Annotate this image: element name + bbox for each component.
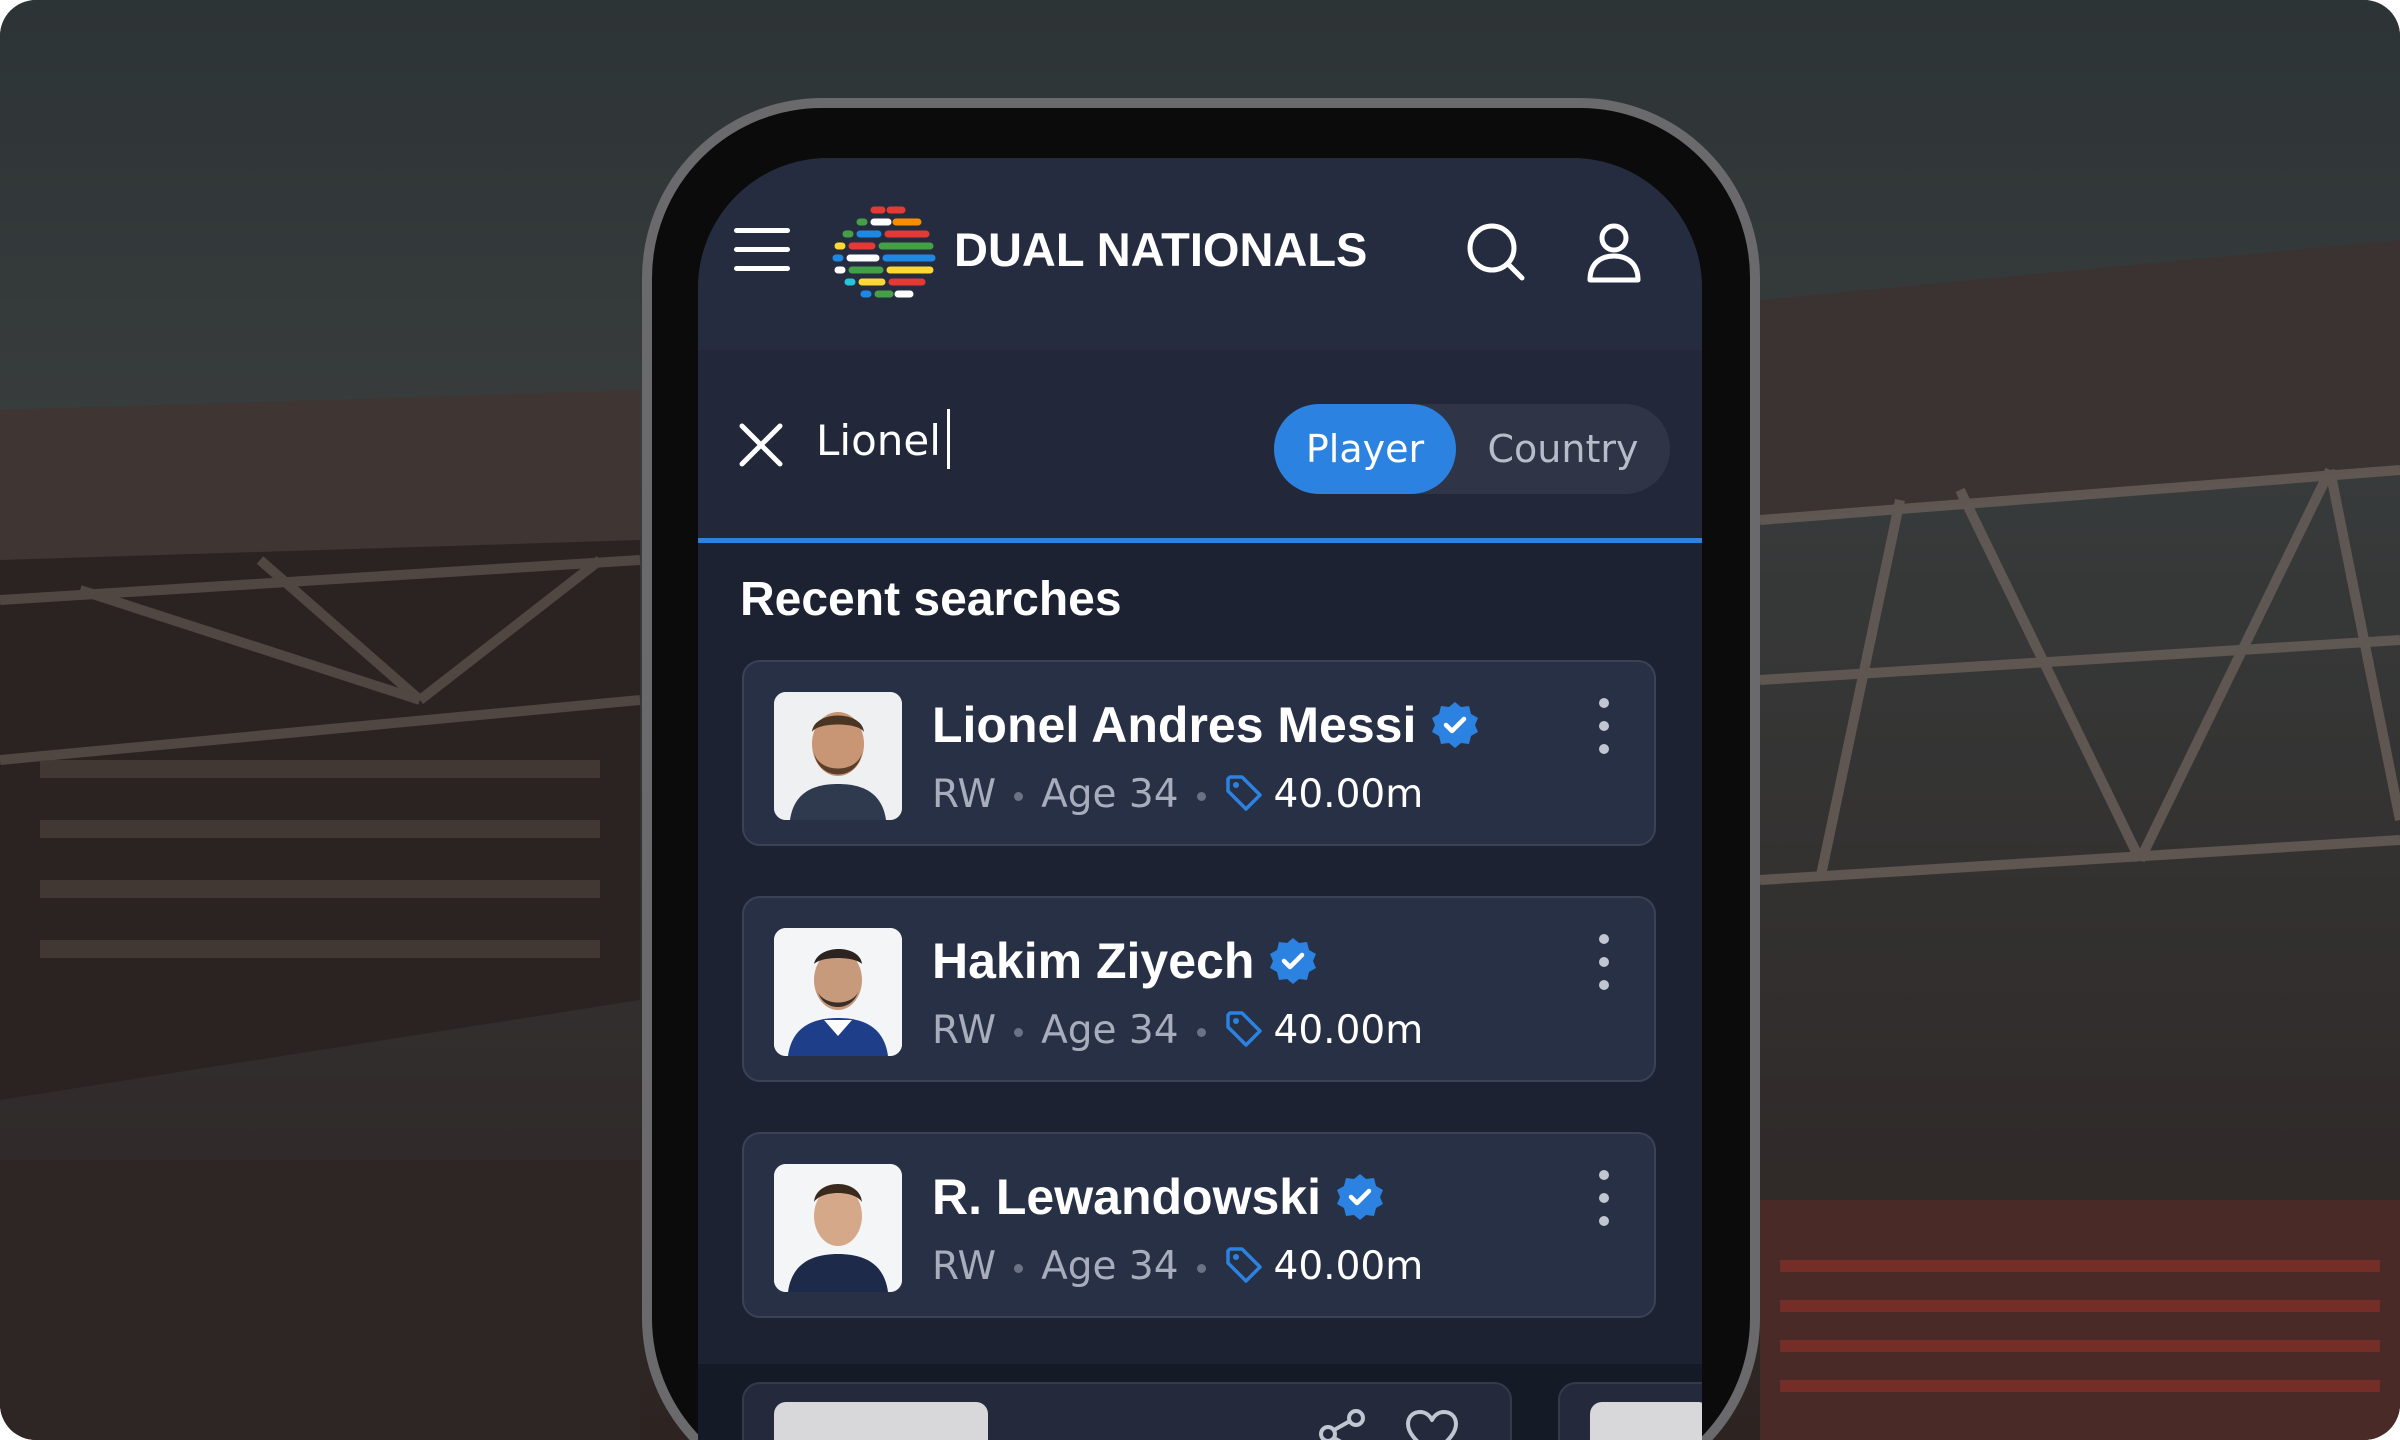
player-photo <box>1590 1402 1702 1440</box>
close-icon[interactable] <box>738 422 784 468</box>
brand-name: DUAL NATIONALS <box>954 223 1368 276</box>
user-icon[interactable] <box>1582 220 1646 284</box>
player-age: Age 34 <box>1041 772 1179 817</box>
price-tag-icon <box>1225 1011 1262 1047</box>
player-meta: RW Age 34 40.00m <box>932 1244 1423 1289</box>
stage: DUAL NATIONALS Lionel Player Country Rec… <box>0 0 2400 1440</box>
search-bar: Lionel Player Country <box>698 350 1702 540</box>
player-name-text: R. Lewandowski <box>932 1169 1321 1225</box>
player-card-partial[interactable] <box>1558 1382 1702 1440</box>
share-icon[interactable] <box>1314 1406 1370 1440</box>
player-position: RW <box>932 1008 997 1053</box>
more-vertical-icon[interactable] <box>1594 1170 1614 1226</box>
player-name-text: Hakim Ziyech <box>932 933 1255 989</box>
brand-logo <box>832 206 936 298</box>
separator-dot <box>1014 1028 1024 1037</box>
player-card-partial[interactable] <box>742 1382 1512 1440</box>
player-name-text: Lionel Andres Messi <box>932 697 1417 753</box>
player-avatar <box>774 928 902 1056</box>
player-name: R. Lewandowski <box>932 1168 1385 1226</box>
verified-badge-icon <box>1336 1174 1383 1220</box>
more-vertical-icon[interactable] <box>1594 698 1614 754</box>
toggle-country[interactable]: Country <box>1456 404 1670 494</box>
price-tag-icon <box>1225 1247 1262 1283</box>
verified-badge-icon <box>1432 702 1479 748</box>
player-value: 40.00m <box>1273 1008 1424 1053</box>
price-tag-icon <box>1225 775 1262 811</box>
more-vertical-icon[interactable] <box>1594 934 1614 990</box>
recent-item[interactable]: R. Lewandowski RW Age 34 40.00m <box>742 1132 1656 1318</box>
search-underline <box>698 538 1702 543</box>
player-meta: RW Age 34 40.00m <box>932 1008 1423 1053</box>
player-age: Age 34 <box>1041 1244 1179 1289</box>
player-value: 40.00m <box>1273 772 1424 817</box>
toggle-player[interactable]: Player <box>1274 404 1456 494</box>
recent-item[interactable]: Lionel Andres Messi RW Age 34 40.00m <box>742 660 1656 846</box>
search-input[interactable]: Lionel <box>816 408 950 469</box>
verified-badge-icon <box>1270 938 1317 984</box>
player-meta: RW Age 34 40.00m <box>932 772 1423 817</box>
player-avatar <box>774 1164 902 1292</box>
player-name: Hakim Ziyech <box>932 932 1318 990</box>
app-screen: DUAL NATIONALS Lionel Player Country Rec… <box>698 158 1702 1440</box>
player-photo <box>774 1402 988 1440</box>
separator-dot <box>1014 792 1024 801</box>
hamburger-icon[interactable] <box>734 228 790 272</box>
separator-dot <box>1196 1264 1206 1273</box>
heart-icon[interactable] <box>1404 1406 1460 1440</box>
player-age: Age 34 <box>1041 1008 1179 1053</box>
search-icon[interactable] <box>1464 220 1528 284</box>
text-caret <box>946 408 950 469</box>
separator-dot <box>1014 1264 1024 1273</box>
player-position: RW <box>932 772 997 817</box>
search-type-toggle: Player Country <box>1274 404 1670 494</box>
player-position: RW <box>932 1244 997 1289</box>
app-bar: DUAL NATIONALS <box>698 158 1702 350</box>
recent-searches-title: Recent searches <box>740 573 1122 626</box>
search-query-text: Lionel <box>816 416 941 465</box>
recent-item[interactable]: Hakim Ziyech RW Age 34 40.00m <box>742 896 1656 1082</box>
underlying-content <box>698 1364 1702 1440</box>
separator-dot <box>1196 1028 1206 1037</box>
player-avatar <box>774 692 902 820</box>
separator-dot <box>1196 792 1206 801</box>
player-value: 40.00m <box>1273 1244 1424 1289</box>
player-name: Lionel Andres Messi <box>932 696 1480 754</box>
